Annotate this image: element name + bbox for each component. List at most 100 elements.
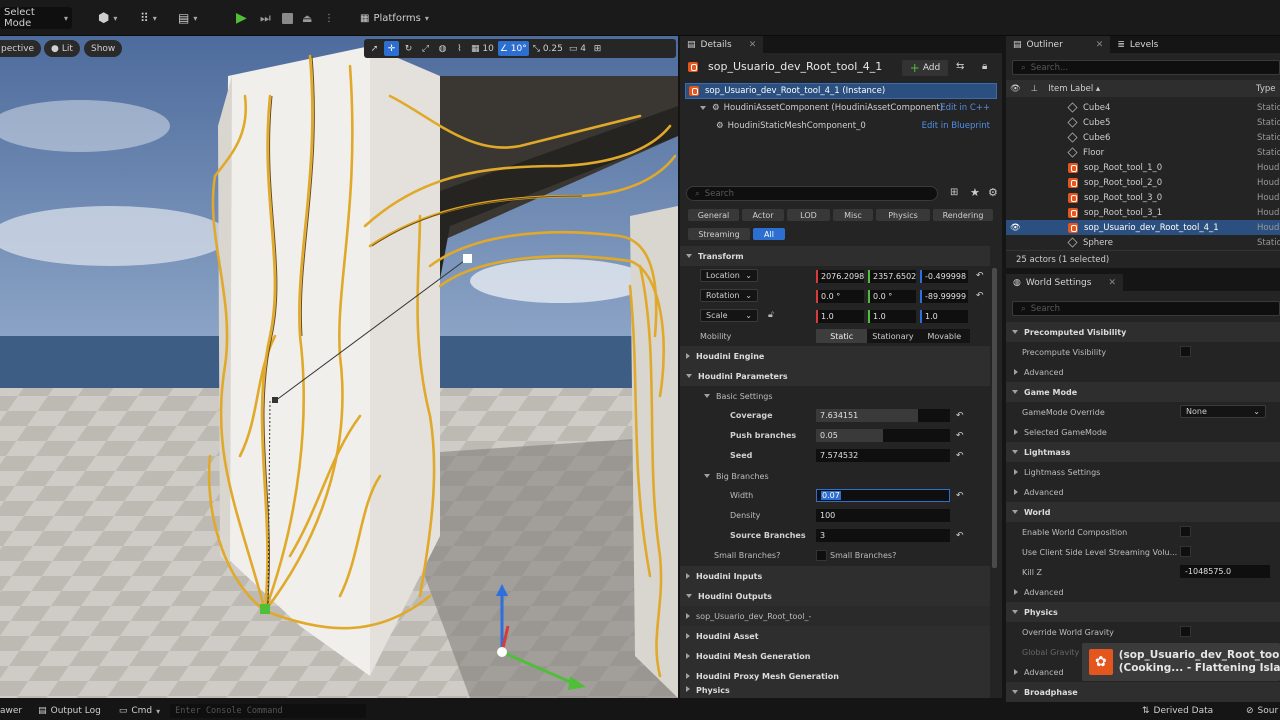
- group-basic-settings[interactable]: Basic Settings: [680, 386, 990, 406]
- outliner-row[interactable]: Sphere Static: [1006, 235, 1280, 250]
- reset-rotation-icon[interactable]: ↶: [976, 291, 984, 301]
- outliner-row[interactable]: Cube5 Static: [1006, 115, 1280, 130]
- world-setting-row[interactable]: Advanced: [1006, 582, 1280, 602]
- camera-speed-button[interactable]: ▭ 4: [567, 41, 588, 56]
- reset-coverage-icon[interactable]: ↶: [956, 411, 964, 421]
- location-z-field[interactable]: -0.499998: [920, 270, 968, 283]
- section-houdini-asset[interactable]: Houdini Asset: [680, 626, 990, 646]
- tab-world-settings[interactable]: ◍ World Settings ✕: [1006, 274, 1123, 291]
- world-setting-checkbox[interactable]: [1180, 546, 1191, 557]
- scale-dropdown[interactable]: Scale ⌄: [700, 309, 758, 322]
- stop-button[interactable]: [282, 7, 293, 29]
- play-options-button[interactable]: ⋮: [324, 7, 334, 29]
- width-field[interactable]: 0.07: [816, 489, 950, 502]
- world-setting-row[interactable]: Lightmass Settings: [1006, 462, 1280, 482]
- curve-point-handle[interactable]: [272, 397, 278, 403]
- curve-point-handle[interactable]: [463, 254, 472, 263]
- platforms-button[interactable]: ▦ Platforms ▾: [360, 7, 429, 29]
- world-setting-row[interactable]: Override World Gravity: [1006, 622, 1280, 642]
- outliner-row[interactable]: sop_Root_tool_1_0 Houd: [1006, 160, 1280, 175]
- outliner-row[interactable]: Cube4 Static: [1006, 100, 1280, 115]
- scale-snap-toggle[interactable]: ⤡ 0.25: [531, 41, 565, 56]
- cmd-dropdown[interactable]: ▭ Cmd ▾: [119, 706, 160, 716]
- mobility-stationary[interactable]: Stationary: [867, 329, 918, 343]
- add-content-button[interactable]: ⬢ ▾: [98, 7, 117, 29]
- seed-field[interactable]: 7.574532: [816, 449, 950, 462]
- world-setting-row[interactable]: Advanced: [1006, 362, 1280, 382]
- grid-snap-toggle[interactable]: ▦ 10: [469, 41, 496, 56]
- lit-button[interactable]: ● Lit: [44, 40, 80, 57]
- world-setting-row[interactable]: Selected GameMode: [1006, 422, 1280, 442]
- content-drawer-button[interactable]: awer: [0, 706, 22, 716]
- scale-tool-icon[interactable]: ⤢: [418, 41, 433, 56]
- category-tab-physics[interactable]: Physics: [876, 209, 930, 221]
- mobility-static[interactable]: Static: [816, 329, 868, 343]
- tab-outliner[interactable]: ▤ Outliner ✕: [1006, 36, 1111, 53]
- component-item[interactable]: ⚙ HoudiniAssetComponent (HoudiniAssetCom…: [700, 103, 996, 113]
- surface-snap-icon[interactable]: ⌇: [452, 41, 467, 56]
- cinematics-button[interactable]: ▤ ▾: [178, 7, 197, 29]
- component-item[interactable]: ⚙ HoudiniStaticMeshComponent_0 Edit in B…: [716, 121, 996, 131]
- location-y-field[interactable]: 2357.6502: [868, 270, 916, 283]
- outliner-row[interactable]: Floor Static: [1006, 145, 1280, 160]
- gamemode-dropdown[interactable]: None ⌄: [1180, 405, 1266, 418]
- settings-gear-icon[interactable]: ⚙: [988, 186, 998, 199]
- play-button[interactable]: ▶: [236, 7, 247, 29]
- section-houdini-outputs[interactable]: Houdini Outputs: [680, 586, 990, 606]
- world-setting-row[interactable]: Precompute Visibility: [1006, 342, 1280, 362]
- add-component-button[interactable]: + Add: [902, 60, 948, 76]
- scale-z-field[interactable]: 1.0: [920, 310, 968, 323]
- world-setting-row[interactable]: Kill Z -1048575.0: [1006, 562, 1280, 582]
- tab-levels[interactable]: ≣ Levels: [1110, 36, 1165, 53]
- world-search-input[interactable]: ⌕ Search: [1012, 301, 1280, 316]
- section-houdini-engine[interactable]: Houdini Engine: [680, 346, 990, 366]
- push-branches-slider[interactable]: 0.05: [816, 429, 950, 442]
- scale-x-field[interactable]: 1.0: [816, 310, 864, 323]
- rotation-dropdown[interactable]: Rotation ⌄: [700, 289, 758, 302]
- scale-y-field[interactable]: 1.0: [868, 310, 916, 323]
- category-tab-lod[interactable]: LOD: [787, 209, 830, 221]
- location-dropdown[interactable]: Location ⌄: [700, 269, 758, 282]
- outliner-row[interactable]: Cube6 Static: [1006, 130, 1280, 145]
- layout-icon[interactable]: ⊞: [590, 41, 605, 56]
- visibility-eye-icon[interactable]: 👁︎: [1010, 84, 1021, 94]
- outliner-row[interactable]: sop_Root_tool_3_0 Houd: [1006, 190, 1280, 205]
- source-control-button[interactable]: ⊘ Sour: [1246, 706, 1278, 716]
- viewport-scene[interactable]: [0, 36, 678, 698]
- rotation-snap-toggle[interactable]: ∠ 10°: [497, 41, 529, 56]
- source-branches-field[interactable]: 3: [816, 529, 950, 542]
- close-icon[interactable]: ✕: [1108, 278, 1116, 288]
- world-setting-checkbox[interactable]: [1180, 626, 1191, 637]
- category-tab-streaming[interactable]: Streaming: [688, 228, 750, 240]
- category-tab-all[interactable]: All: [753, 228, 785, 240]
- select-tool-icon[interactable]: ➚: [367, 41, 382, 56]
- density-field[interactable]: 100: [816, 509, 950, 522]
- output-log-button[interactable]: ▤ Output Log: [38, 706, 101, 716]
- section-houdini-mesh-generation[interactable]: Houdini Mesh Generation: [680, 646, 990, 666]
- category-tab-general[interactable]: General: [688, 209, 739, 221]
- outliner-row[interactable]: 👁︎ sop_Usuario_dev_Root_tool_4_1 Houd: [1006, 220, 1280, 235]
- level-viewport[interactable]: pective ● Lit Show ➚ ✛ ↻ ⤢ ◍ ⌇ ▦ 10 ∠ 10°…: [0, 36, 678, 698]
- reset-source-icon[interactable]: ↶: [956, 531, 964, 541]
- rotate-tool-icon[interactable]: ↻: [401, 41, 416, 56]
- section-houdini-inputs[interactable]: Houdini Inputs: [680, 566, 990, 586]
- category-tab-rendering[interactable]: Rendering: [933, 209, 993, 221]
- visibility-eye-icon[interactable]: 👁︎: [1010, 223, 1021, 233]
- outliner-row[interactable]: sop_Root_tool_2_0 Houd: [1006, 175, 1280, 190]
- lock-icon[interactable]: 🔒︎: [982, 61, 987, 72]
- blueprint-button[interactable]: ⠿ ▾: [140, 7, 157, 29]
- perspective-button[interactable]: pective: [0, 40, 42, 57]
- close-icon[interactable]: ✕: [1096, 40, 1104, 50]
- details-scrollbar[interactable]: [992, 268, 997, 568]
- group-big-branches[interactable]: Big Branches: [680, 466, 990, 486]
- derived-data-button[interactable]: ⇅ Derived Data: [1142, 706, 1213, 716]
- gizmo-center[interactable]: [497, 647, 507, 657]
- expand-arrow-icon[interactable]: [700, 106, 706, 110]
- reset-location-icon[interactable]: ↶: [976, 271, 984, 281]
- world-setting-row[interactable]: GameMode Override None ⌄: [1006, 402, 1280, 422]
- category-tab-misc[interactable]: Misc: [833, 209, 873, 221]
- component-root[interactable]: sop_Usuario_dev_Root_tool_4_1 (Instance): [685, 83, 997, 99]
- section-houdini-proxy-mesh[interactable]: Houdini Proxy Mesh Generation: [680, 666, 990, 686]
- kill-z-field[interactable]: -1048575.0: [1180, 565, 1270, 578]
- world-setting-row[interactable]: Advanced: [1006, 482, 1280, 502]
